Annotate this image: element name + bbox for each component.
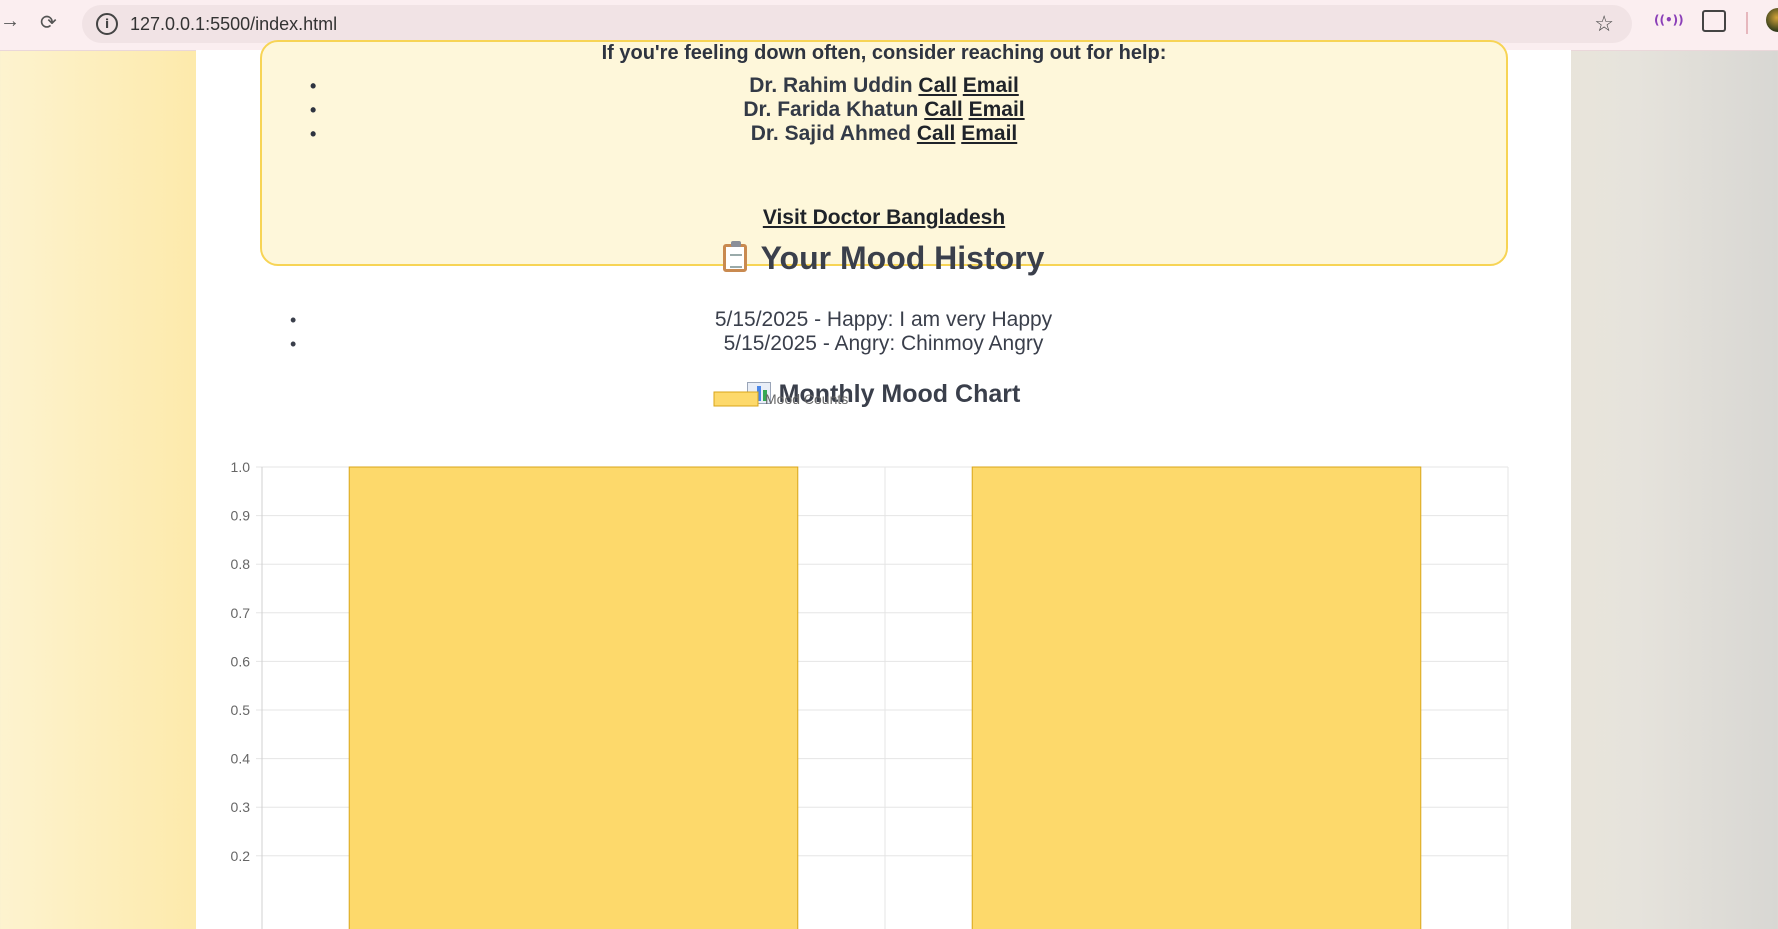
url-text[interactable]: 127.0.0.1:5500/index.html [130,14,337,35]
site-info-icon[interactable]: i [96,13,118,35]
broadcast-extension-icon[interactable]: ((•)) [1654,13,1684,27]
bar-happy [348,466,799,929]
bookmark-star-icon[interactable]: ☆ [1594,11,1614,37]
y-tick-label: 0.9 [231,508,251,524]
extensions-puzzle-icon[interactable] [1702,10,1726,32]
y-tick-label: 0.2 [231,848,251,864]
y-tick-label: 0.7 [231,605,251,621]
reload-icon[interactable]: ⟳ [40,10,57,35]
back-arrow-icon[interactable]: → [0,10,20,33]
y-tick-label: 0.3 [231,799,251,815]
mood-chart: 1.0 0.9 0.8 0.7 0.6 0.5 0.4 0.3 0.2 Mood Counts [231,391,1509,929]
page-card: If you're feeling down often, consider r… [196,40,1571,929]
toolbar-divider [1746,12,1748,34]
address-bar[interactable]: i 127.0.0.1:5500/index.html ☆ [82,5,1632,43]
legend-swatch [713,391,759,407]
y-tick-label: 0.5 [231,702,251,718]
y-tick-label: 0.4 [231,751,251,767]
profile-avatar[interactable] [1766,8,1778,32]
bar-angry [971,466,1422,929]
legend-label: Mood Counts [765,391,848,407]
y-tick-label: 1.0 [231,459,251,475]
y-tick-label: 0.6 [231,653,251,669]
y-tick-label: 0.8 [231,556,251,572]
